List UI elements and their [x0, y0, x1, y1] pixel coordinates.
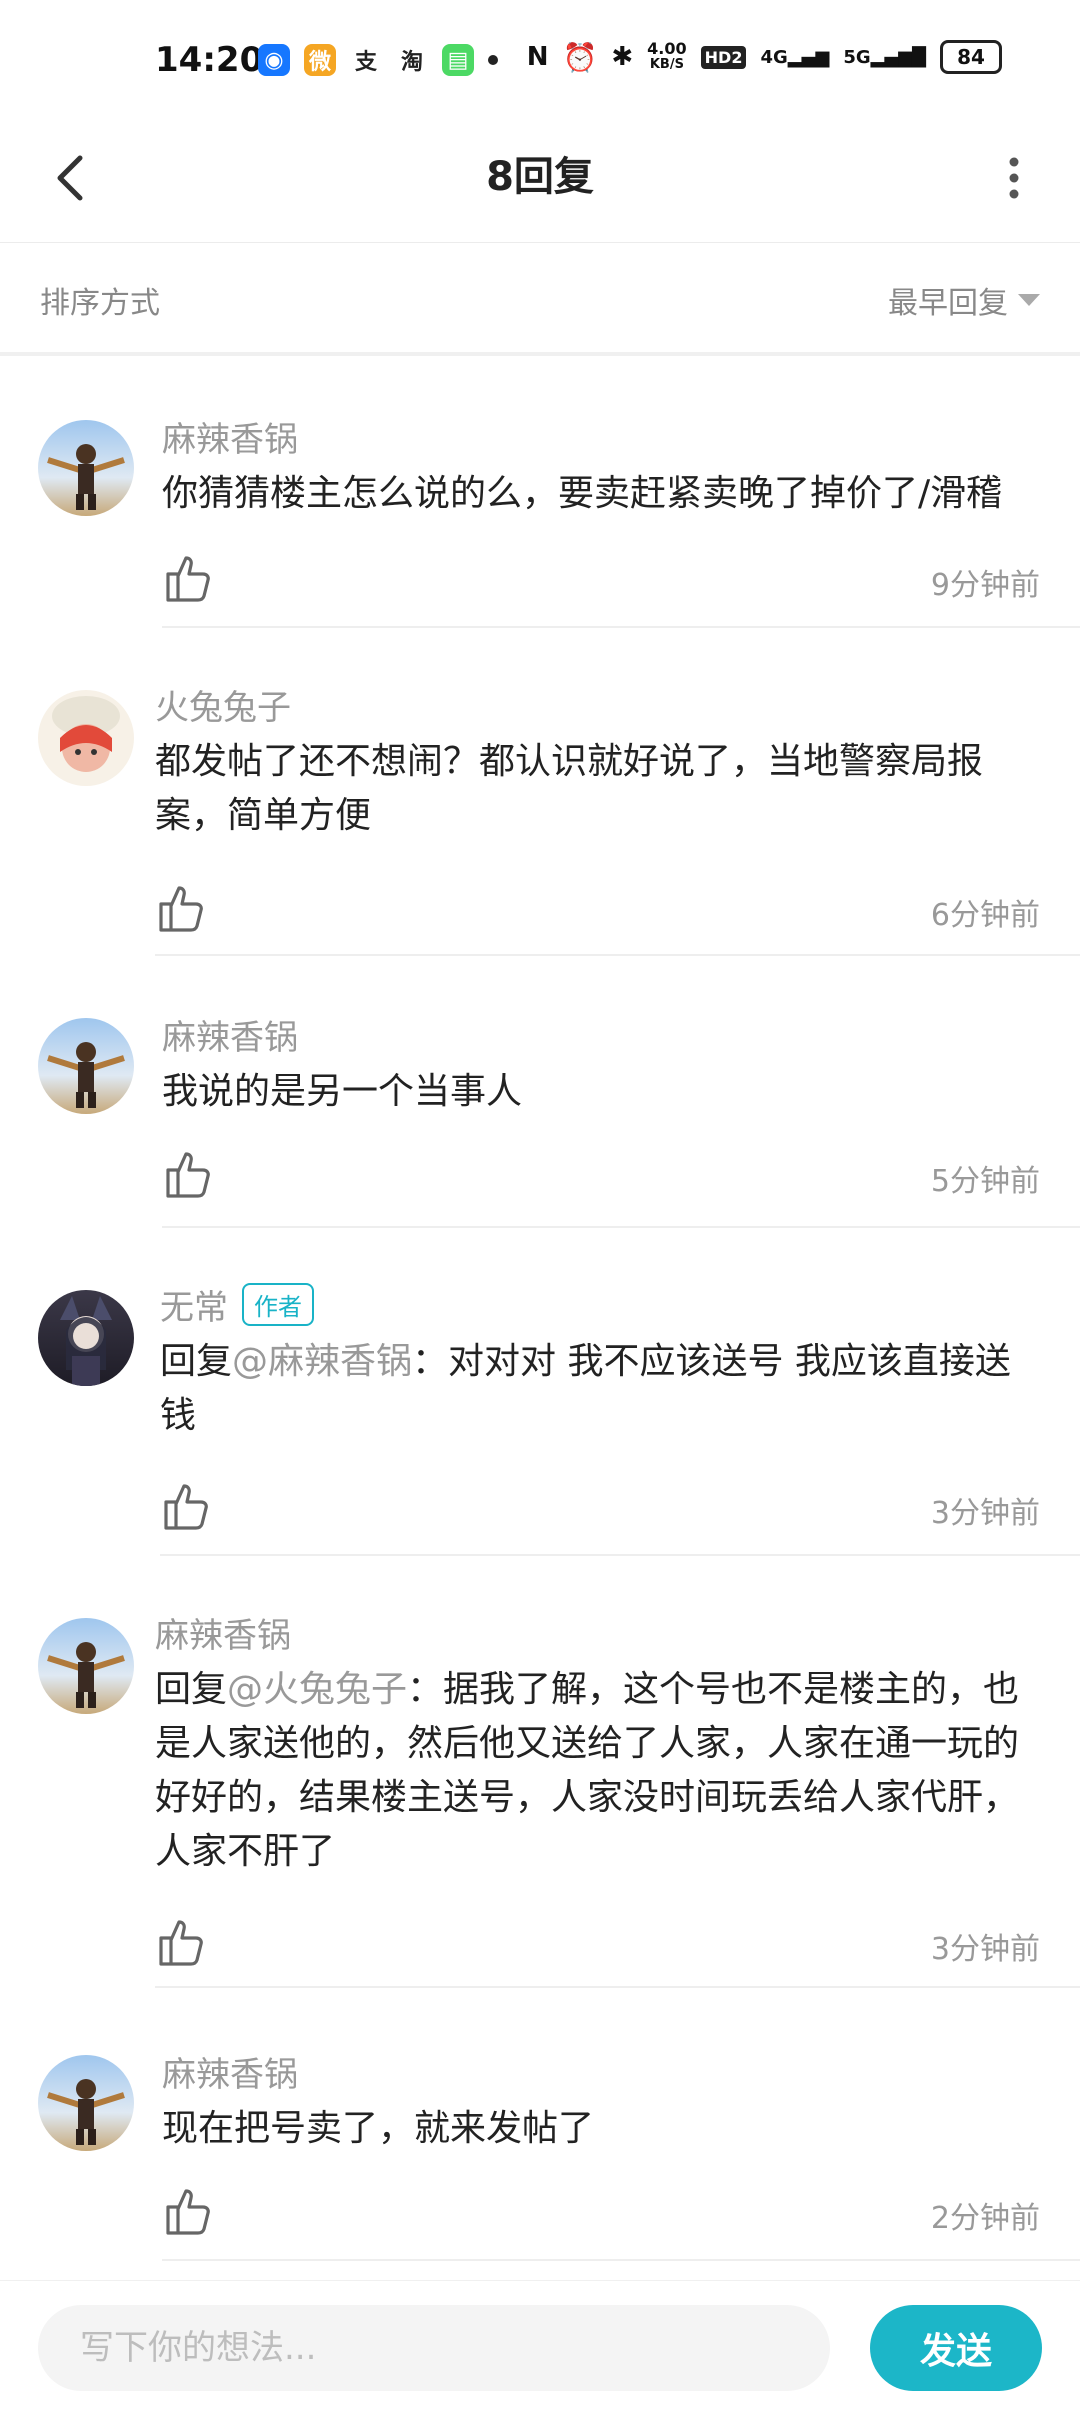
avatar[interactable] — [38, 690, 134, 786]
like-icon[interactable] — [160, 1480, 212, 1532]
comment-item: 麻辣香锅 我说的是另一个当事人 5分钟前 — [0, 1000, 1080, 1230]
nfc-icon: N — [526, 42, 549, 72]
sort-dropdown[interactable]: 最早回复 — [888, 278, 1040, 322]
comment-author[interactable]: 火兔兔子 — [155, 680, 1040, 729]
avatar[interactable] — [38, 420, 134, 516]
sort-value: 最早回复 — [888, 286, 1008, 321]
alarm-icon: ⏰ — [562, 40, 598, 74]
like-icon[interactable] — [155, 1916, 207, 1968]
comment-footer: 6分钟前 — [155, 882, 1040, 942]
divider — [155, 1986, 1080, 1988]
comment-time: 6分钟前 — [930, 898, 1040, 933]
comment-footer: 2分钟前 — [162, 2185, 1040, 2245]
comment-body: 无常 作者 回复@麻辣香锅：对对对 我不应该送号 我应该直接送钱 — [160, 1280, 1040, 1443]
comment-item: 麻辣香锅 现在把号卖了，就来发帖了 2分钟前 — [0, 2035, 1080, 2275]
comment-time: 5分钟前 — [930, 1164, 1040, 1199]
comment-body: 麻辣香锅 你猜猜楼主怎么说的么，要卖赶紧卖晚了掉价了/滑稽 — [162, 412, 1040, 521]
comment-item: 无常 作者 回复@麻辣香锅：对对对 我不应该送号 我应该直接送钱 3分钟前 — [0, 1270, 1080, 1560]
comment-body: 麻辣香锅 我说的是另一个当事人 — [162, 1010, 1040, 1119]
signal-4g-icon: 4G▂▄▆ — [760, 46, 830, 68]
comment-time: 3分钟前 — [930, 1496, 1040, 1531]
taobao-icon: 淘 — [396, 44, 428, 76]
system-icons: N ⏰ ✱ 4.00 KB/S HD2 4G▂▄▆ 5G▂▄▆█ 84 — [527, 40, 1002, 74]
more-notifications-icon — [488, 55, 498, 65]
comment-author[interactable]: 无常 作者 — [160, 1280, 1040, 1329]
like-icon[interactable] — [162, 2185, 214, 2237]
comment-time: 2分钟前 — [930, 2201, 1040, 2236]
comment-text: 回复@火兔兔子：据我了解，这个号也不是楼主的，也是人家送他的，然后他又送给了人家… — [155, 1669, 1020, 1872]
comment-text: 现在把号卖了，就来发帖了 — [162, 2108, 595, 2149]
alipay-icon: 支 — [350, 44, 382, 76]
weibo-icon: 微 — [304, 44, 336, 76]
comment-item: 火兔兔子 都发帖了还不想闹？都认识就好说了，当地警察局报案，简单方便 6分钟前 — [0, 670, 1080, 960]
qq-browser-icon: ◉ — [258, 44, 290, 76]
divider — [162, 626, 1080, 628]
comment-item: 麻辣香锅 你猜猜楼主怎么说的么，要卖赶紧卖晚了掉价了/滑稽 9分钟前 — [0, 390, 1080, 630]
more-button[interactable] — [978, 142, 1050, 214]
avatar[interactable] — [38, 1290, 134, 1386]
like-icon[interactable] — [155, 882, 207, 934]
avatar[interactable] — [38, 2055, 134, 2151]
comment-author[interactable]: 麻辣香锅 — [162, 2047, 1040, 2096]
mention-link[interactable]: @麻辣香锅 — [232, 1341, 412, 1382]
comment-footer: 5分钟前 — [162, 1148, 1040, 1208]
comment-author[interactable]: 麻辣香锅 — [155, 1608, 1040, 1657]
comment-text: 都发帖了还不想闹？都认识就好说了，当地警察局报案，简单方便 — [155, 741, 984, 836]
comment-footer: 9分钟前 — [162, 552, 1040, 612]
comment-author[interactable]: 麻辣香锅 — [162, 412, 1040, 461]
comment-time: 3分钟前 — [930, 1932, 1040, 1967]
comment-author[interactable]: 麻辣香锅 — [162, 1010, 1040, 1059]
bluetooth-icon: ✱ — [611, 42, 634, 72]
page-title: 8回复 — [486, 154, 594, 200]
comment-body: 麻辣香锅 现在把号卖了，就来发帖了 — [162, 2047, 1040, 2156]
send-button[interactable]: 发送 — [870, 2305, 1042, 2391]
battery-icon: 84 — [940, 40, 1002, 74]
comment-time: 9分钟前 — [930, 568, 1040, 603]
comment-text: 回复@麻辣香锅：对对对 我不应该送号 我应该直接送钱 — [160, 1341, 1011, 1436]
divider — [160, 1554, 1080, 1556]
like-icon[interactable] — [162, 1148, 214, 1200]
status-time: 14:20 — [155, 40, 264, 80]
divider — [162, 1226, 1080, 1228]
reply-input[interactable] — [38, 2305, 830, 2391]
hd-icon: HD2 — [700, 45, 747, 69]
signal-5g-icon: 5G▂▄▆█ — [843, 46, 926, 68]
like-icon[interactable] — [162, 552, 214, 604]
divider — [155, 954, 1080, 956]
comment-item: 麻辣香锅 回复@火兔兔子：据我了解，这个号也不是楼主的，也是人家送他的，然后他又… — [0, 1600, 1080, 2000]
comment-text: 你猜猜楼主怎么说的么，要卖赶紧卖晚了掉价了/滑稽 — [162, 473, 1003, 514]
nav-bar: 8回复 — [0, 120, 1080, 243]
notification-icons: ◉ 微 支 淘 ▤ — [258, 44, 498, 76]
more-vertical-icon — [1009, 157, 1019, 199]
caret-down-icon — [1018, 294, 1040, 306]
comment-body: 麻辣香锅 回复@火兔兔子：据我了解，这个号也不是楼主的，也是人家送他的，然后他又… — [155, 1608, 1040, 1879]
comment-body: 火兔兔子 都发帖了还不想闹？都认识就好说了，当地警察局报案，简单方便 — [155, 680, 1040, 843]
reply-input-bar: 发送 — [0, 2280, 1080, 2413]
avatar[interactable] — [38, 1618, 134, 1714]
sort-label: 排序方式 — [40, 286, 160, 321]
comment-footer: 3分钟前 — [155, 1916, 1040, 1976]
author-badge: 作者 — [242, 1283, 314, 1326]
status-bar: 14:20 ◉ 微 支 淘 ▤ N ⏰ ✱ 4.00 KB/S HD2 4G▂▄… — [0, 0, 1080, 120]
network-speed: 4.00 KB/S — [647, 39, 687, 73]
message-icon: ▤ — [442, 44, 474, 76]
avatar[interactable] — [38, 1018, 134, 1114]
comment-footer: 3分钟前 — [160, 1480, 1040, 1540]
mention-link[interactable]: @火兔兔子 — [227, 1669, 407, 1710]
sort-bar: 排序方式 最早回复 — [0, 242, 1080, 356]
divider — [162, 2259, 1080, 2261]
comment-text: 我说的是另一个当事人 — [162, 1071, 523, 1112]
